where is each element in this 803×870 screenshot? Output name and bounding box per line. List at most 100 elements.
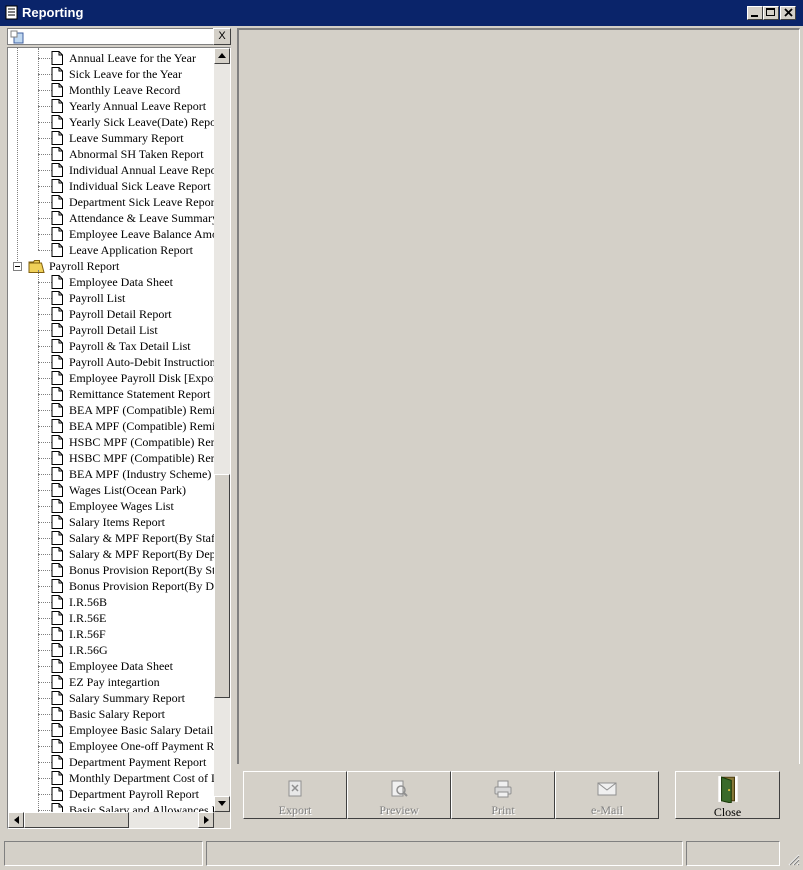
document-icon (51, 787, 63, 801)
clear-search-button[interactable]: X (213, 28, 231, 45)
export-icon (288, 780, 302, 797)
document-icon (51, 371, 63, 385)
tree-item-label: I.R.56G (69, 643, 108, 657)
document-icon (51, 803, 63, 812)
document-icon (51, 435, 63, 449)
maximize-button[interactable] (763, 6, 779, 20)
arrow-down-icon (218, 801, 226, 806)
close-window-button[interactable] (780, 6, 796, 20)
document-icon (51, 771, 63, 785)
tree-guide-line (38, 48, 39, 250)
scroll-left-button[interactable] (8, 812, 24, 828)
tree-item-label: BEA MPF (Compatible) Remittance (69, 403, 214, 417)
close-label: Close (713, 805, 742, 819)
document-icon (51, 163, 63, 177)
arrow-left-icon (13, 816, 19, 824)
print-button[interactable]: Print (451, 771, 555, 819)
tree-item-label: Employee Payroll Disk [Export] (69, 371, 214, 385)
tree-item-label: HSBC MPF (Compatible) Remittance (69, 435, 214, 449)
tree-item-label: Leave Summary Report (69, 131, 184, 145)
document-icon (51, 131, 63, 145)
document-icon (51, 627, 63, 641)
status-cell-2 (206, 841, 683, 866)
document-icon (51, 99, 63, 113)
tree-item-label: Remittance Statement Report (69, 387, 211, 401)
tree-horizontal-scrollbar[interactable] (8, 812, 214, 828)
document-icon (51, 563, 63, 577)
tree-item-label: Employee Data Sheet (69, 659, 173, 673)
scroll-down-button[interactable] (214, 796, 230, 812)
export-button[interactable]: Export (243, 771, 347, 819)
document-icon (51, 499, 63, 513)
minimize-button[interactable] (747, 6, 763, 20)
document-icon (51, 531, 63, 545)
tree-item-label: HSBC MPF (Compatible) Remittance (69, 451, 214, 465)
tree-item-label: Basic Salary and Allowances Report (69, 803, 214, 812)
tree-item-label: Bonus Provision Report(By Dept) (69, 579, 214, 593)
tree-item-label: Monthly Department Cost of Labour (69, 771, 214, 785)
title-bar: Reporting (0, 0, 803, 26)
database-icon (10, 30, 24, 44)
tree-item-label: Individual Annual Leave Report (69, 163, 214, 177)
email-label: e-Mail (591, 803, 623, 817)
tree-item-label: Sick Leave for the Year (69, 67, 182, 81)
document-icon (51, 691, 63, 705)
document-icon (51, 243, 63, 257)
close-icon (783, 8, 793, 17)
close-button[interactable]: Close (675, 771, 780, 819)
tree-folder-label: Payroll Report (49, 259, 120, 273)
document-icon (51, 291, 63, 305)
tree-item-label: Salary & MPF Report(By Dept) (69, 547, 214, 561)
scroll-right-button[interactable] (198, 812, 214, 828)
document-icon (51, 595, 63, 609)
report-preview-area (237, 28, 800, 764)
document-icon (51, 707, 63, 721)
tree-item-label: Payroll Auto-Debit Instruction (69, 355, 214, 369)
tree-item-label: I.R.56B (69, 595, 108, 609)
document-icon (51, 675, 63, 689)
email-button[interactable]: e-Mail (555, 771, 659, 819)
window-title: Reporting (22, 5, 84, 20)
tree-item-label: Yearly Sick Leave(Date) Report (69, 115, 214, 129)
horizontal-scroll-thumb[interactable] (24, 812, 129, 828)
tree-vertical-scrollbar[interactable] (214, 48, 230, 812)
document-icon (51, 83, 63, 97)
document-icon (51, 739, 63, 753)
document-icon (51, 403, 63, 417)
document-icon (51, 211, 63, 225)
status-cell-1 (4, 841, 203, 866)
tree-item-label: Employee Wages List (69, 499, 174, 513)
tree-item-label: Wages List(Ocean Park) (69, 483, 186, 497)
document-icon (51, 227, 63, 241)
tree-item-label: I.R.56E (69, 611, 107, 625)
resize-grip-icon[interactable] (786, 852, 800, 866)
tree-item-label: Yearly Annual Leave Report (69, 99, 207, 113)
document-icon (51, 659, 63, 673)
document-icon (51, 339, 63, 353)
tree-search-input[interactable] (30, 30, 220, 43)
tree-item-label: Payroll Detail Report (69, 307, 172, 321)
vertical-scroll-thumb[interactable] (214, 474, 230, 698)
collapse-icon[interactable] (13, 262, 22, 271)
tree-item-label: Employee One-off Payment Report (69, 739, 214, 753)
tree-item-label: Employee Data Sheet (69, 275, 173, 289)
tree-item-label: Abnormal SH Taken Report (69, 147, 204, 161)
document-icon (51, 723, 63, 737)
export-label: Export (278, 803, 312, 817)
status-bar (0, 841, 803, 866)
tree-item-label: EZ Pay integartion (69, 675, 160, 689)
document-icon (51, 579, 63, 593)
tree-guide-line (38, 270, 39, 812)
tree-item-label: I.R.56F (69, 627, 106, 641)
document-icon (51, 467, 63, 481)
tree-item-label: Employee Basic Salary Detail Report (69, 723, 214, 737)
tree-item-label: Salary & MPF Report(By Staff) (69, 531, 214, 545)
document-icon (51, 51, 63, 65)
tree-item-label: Leave Application Report (69, 243, 193, 257)
printer-icon (494, 780, 512, 798)
status-cell-3 (686, 841, 780, 866)
preview-button[interactable]: Preview (347, 771, 451, 819)
tree-item-label: Salary Summary Report (69, 691, 185, 705)
report-tree[interactable]: Annual Leave for the Year Sick Leave for … (7, 47, 231, 829)
scroll-up-button[interactable] (214, 48, 230, 64)
